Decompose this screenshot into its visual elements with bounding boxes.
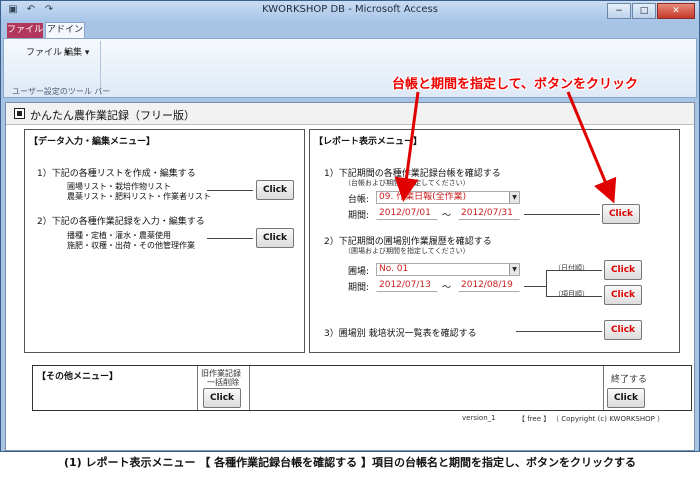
connector-line bbox=[524, 214, 600, 215]
period1-tilde: 〜 bbox=[442, 211, 452, 221]
other-menu-panel: 【その他メニュー】 旧作業記録 一括削除 Click 終了する Click bbox=[32, 365, 692, 411]
form-area: かんたん農作業記録（フリー版） 【データ入力・編集メニュー】 1）下記の各種リス… bbox=[5, 102, 695, 451]
ledger-click-button[interactable]: Click bbox=[602, 204, 640, 224]
bulk-delete-button[interactable]: Click bbox=[203, 388, 241, 408]
divider bbox=[197, 366, 198, 410]
data-entry-panel: 【データ入力・編集メニュー】 1）下記の各種リストを作成・編集する 圃場リスト・… bbox=[24, 129, 305, 353]
title-bar: ▣ ↶ ↷ KWORKSHOP DB - Microsoft Access − … bbox=[1, 1, 699, 21]
annotation-callout: 台帳と期間を指定して、ボタンをクリック bbox=[392, 77, 638, 92]
exit-button[interactable]: Click bbox=[607, 388, 645, 408]
record-edit-line2: 施肥・収穫・出荷・その他管理作業 bbox=[67, 241, 195, 250]
field-status-heading: 3）圃場別 栽培状況一覧表を確認する bbox=[324, 329, 477, 339]
list-edit-line2: 農薬リスト・肥料リスト・作業者リスト bbox=[67, 192, 211, 201]
period1-to-field[interactable]: 2012/07/31 bbox=[458, 207, 520, 220]
period2-from-field[interactable]: 2012/07/13 bbox=[376, 279, 438, 292]
field-history-note: （圃場および期間を指定してください） bbox=[344, 247, 470, 255]
period2-to-field[interactable]: 2012/08/19 bbox=[458, 279, 520, 292]
period2-tilde: 〜 bbox=[442, 283, 452, 293]
connector-line bbox=[546, 270, 547, 296]
menu-file[interactable]: ファイル ▾ bbox=[26, 45, 69, 58]
version-label: version_1 bbox=[462, 414, 496, 422]
edition-label: 【 free 】 bbox=[518, 415, 551, 423]
exit-label: 終了する bbox=[611, 375, 648, 385]
ribbon-tabs: ファイル アドイン bbox=[1, 21, 699, 38]
close-button[interactable]: ✕ bbox=[657, 3, 695, 19]
connector-line bbox=[524, 286, 546, 287]
list-edit-heading: 1）下記の各種リストを作成・編集する bbox=[37, 169, 196, 179]
copyright-label: （ Copyright (c) KWORKSHOP ） bbox=[552, 415, 665, 423]
tab-addin[interactable]: アドイン bbox=[45, 22, 85, 38]
window-title: KWORKSHOP DB - Microsoft Access bbox=[262, 4, 438, 15]
list-edit-button[interactable]: Click bbox=[256, 180, 294, 200]
period1-label: 期間: bbox=[348, 211, 370, 221]
form-header: かんたん農作業記録（フリー版） bbox=[6, 103, 694, 125]
tab-file[interactable]: ファイル bbox=[7, 23, 43, 38]
field-status-button[interactable]: Click bbox=[604, 320, 642, 340]
period1-from-field[interactable]: 2012/07/01 bbox=[376, 207, 438, 220]
combo-arrow-icon[interactable]: ▼ bbox=[509, 192, 519, 203]
by-item-label: （項目順） bbox=[554, 290, 589, 298]
history-by-date-button[interactable]: Click bbox=[604, 260, 642, 280]
ledger-label: 台帳: bbox=[348, 195, 370, 205]
ledger-note: （台帳および期間を指定してください） bbox=[344, 179, 470, 187]
combo-arrow-icon[interactable]: ▼ bbox=[509, 264, 519, 275]
other-menu-title: 【その他メニュー】 bbox=[37, 372, 119, 382]
history-by-item-button[interactable]: Click bbox=[604, 285, 642, 305]
bulk-delete-label2: 一括削除 bbox=[207, 378, 239, 387]
divider bbox=[249, 366, 250, 410]
menu-edit[interactable]: 編集 ▾ bbox=[64, 45, 89, 58]
form-icon bbox=[14, 108, 25, 119]
connector-line bbox=[207, 190, 253, 191]
divider bbox=[603, 366, 604, 410]
access-window: ▣ ↶ ↷ KWORKSHOP DB - Microsoft Access − … bbox=[0, 0, 700, 452]
period2-label: 期間: bbox=[348, 283, 370, 293]
minimize-button[interactable]: − bbox=[607, 3, 631, 19]
by-date-label: （日付順） bbox=[554, 264, 589, 272]
form-title: かんたん農作業記録（フリー版） bbox=[30, 109, 195, 122]
maximize-button[interactable]: □ bbox=[632, 3, 656, 19]
connector-line bbox=[516, 331, 602, 332]
toolbar-caption: ユーザー設定のツール バー bbox=[12, 87, 111, 96]
ledger-value: 09. 作業日報(全作業) bbox=[379, 192, 467, 202]
field-label: 圃場: bbox=[348, 267, 370, 277]
report-title: 【レポート表示メニュー】 bbox=[314, 137, 423, 147]
ledger-combo[interactable]: 09. 作業日報(全作業) ▼ bbox=[376, 191, 520, 204]
record-edit-button[interactable]: Click bbox=[256, 228, 294, 248]
field-combo[interactable]: No. 01 ▼ bbox=[376, 263, 520, 276]
record-edit-heading: 2）下記の各種作業記録を入力・編集する bbox=[37, 217, 205, 227]
figure-caption: (1) レポート表示メニュー 【 各種作業記録台帳を確認する 】項目の台帳名と期… bbox=[63, 456, 637, 469]
report-panel: 【レポート表示メニュー】 1）下記期間の各種作業記録台帳を確認する （台帳および… bbox=[309, 129, 680, 353]
field-value: No. 01 bbox=[379, 264, 409, 274]
data-entry-title: 【データ入力・編集メニュー】 bbox=[29, 137, 156, 147]
connector-line bbox=[207, 238, 253, 239]
